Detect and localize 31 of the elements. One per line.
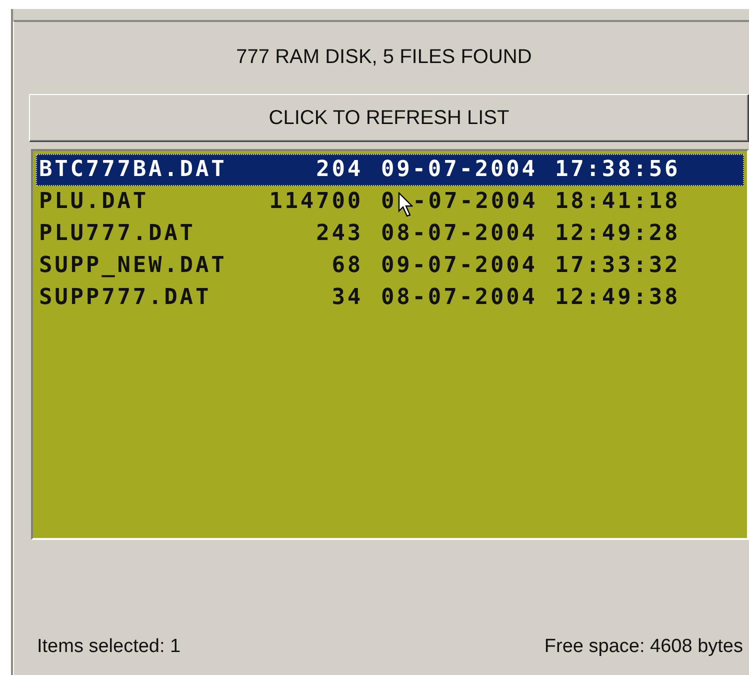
file-name-cell-text: BTC777BA.DAT xyxy=(39,156,228,184)
file-date-cell-text: 09-07-2004 xyxy=(381,156,538,184)
file-size-cell-text: 34 xyxy=(330,284,363,312)
file-time-cell-text: 12:49:28 xyxy=(555,220,680,248)
file-size-cell-text: 204 xyxy=(315,156,363,184)
items-selected-label: Items selected: 1 xyxy=(37,636,181,658)
file-name-cell-text: PLU777.DAT xyxy=(39,220,196,248)
file-row[interactable]: SUPP777.DAT 34 08-07-2004 12:49:38 xyxy=(36,282,744,314)
file-size-cell-text: 68 xyxy=(330,252,363,280)
file-row[interactable]: PLU.DAT 114700 0 -07-2004 18:41:18 xyxy=(36,186,744,218)
free-space-label: Free space: 4608 bytes xyxy=(544,636,743,658)
file-time-cell-text: 12:49:38 xyxy=(555,284,680,312)
file-size-cell-text: 114700 xyxy=(268,188,363,216)
file-name-cell-text: SUPP_NEW.DAT xyxy=(39,252,228,280)
file-row[interactable]: SUPP_NEW.DAT 68 09-07-2004 17:33:32 xyxy=(36,250,744,282)
file-time-cell-text: 17:38:56 xyxy=(555,156,680,184)
refresh-button[interactable]: CLICK TO REFRESH LIST xyxy=(29,94,749,142)
file-time-cell-text: 17:33:32 xyxy=(555,252,680,280)
file-name-cell-text: PLU.DAT xyxy=(39,188,150,216)
file-size-cell-text: 243 xyxy=(315,220,363,248)
file-date-cell-text: 08-07-2004 xyxy=(381,220,538,248)
file-date-cell-text: -07-2004 xyxy=(412,188,538,216)
file-date-cell-text: 09-07-2004 xyxy=(381,252,538,280)
file-name-cell-text: SUPP777.DAT xyxy=(39,284,212,312)
file-row[interactable]: PLU777.DAT 243 08-07-2004 12:49:28 xyxy=(36,218,744,250)
file-list[interactable]: BTC777BA.DAT 204 09-07-2004 17:38:56 PLU.DAT 114700 0 -07-2004 18:41:18 PLU777.DAT 243 08-07-2004 12:49:28 SUPP_NEW.DAT 68 09-07-2004 17:33:32 SUPP777.DAT 34 08-07-2004 12:49:38 xyxy=(31,149,749,540)
file-date-cell-text: 0 xyxy=(381,188,397,216)
header-title: 777 RAM DISK, 5 FILES FOUND xyxy=(235,45,533,70)
file-date-cell-text: 08-07-2004 xyxy=(381,284,538,312)
file-row[interactable]: BTC777BA.DAT 204 09-07-2004 17:38:56 xyxy=(36,154,744,186)
file-time-cell-text: 18:41:18 xyxy=(555,188,680,216)
